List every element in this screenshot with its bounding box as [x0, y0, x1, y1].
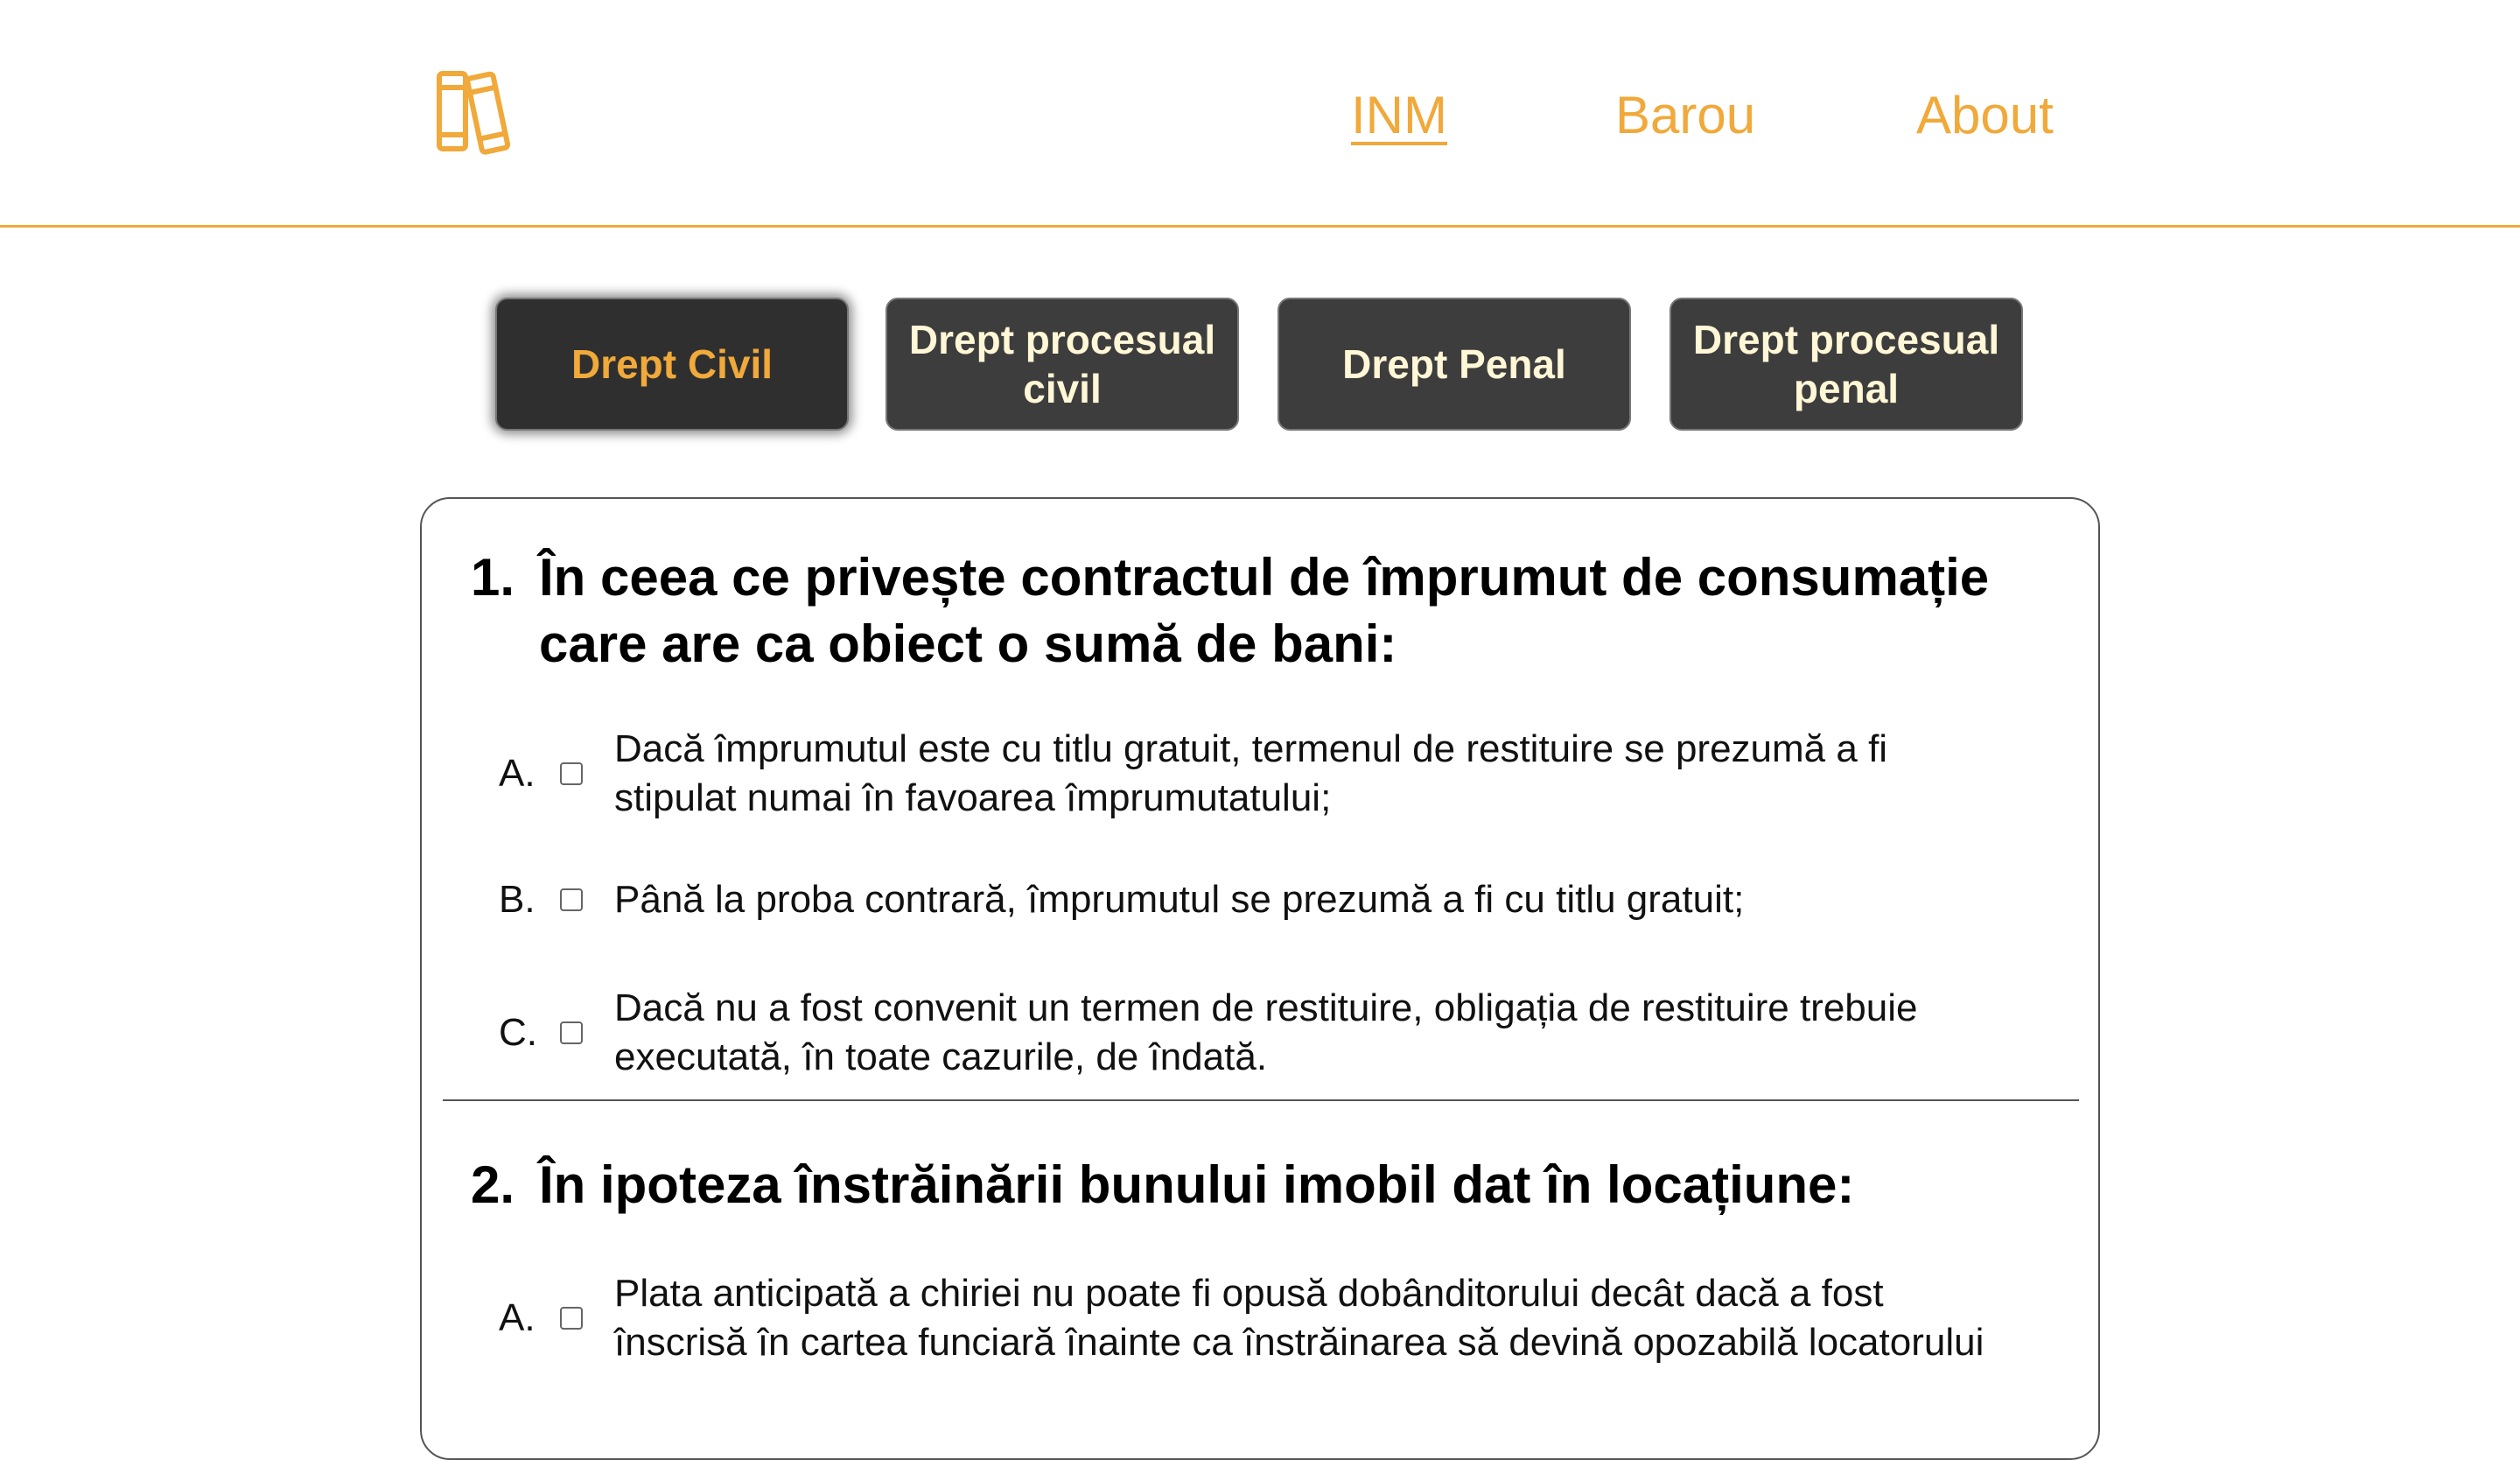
question-divider: [443, 1099, 2079, 1101]
nav-link-inm[interactable]: INM: [1351, 84, 1447, 147]
option-text: Dacă nu a fost convenit un termen de res…: [614, 986, 1918, 1078]
books-icon[interactable]: [434, 68, 522, 156]
option-checkbox[interactable]: [560, 1307, 583, 1330]
question-text: În ceea ce privește contractul de împrum…: [539, 548, 1990, 673]
option-letter: C.: [499, 1011, 537, 1054]
answer-option[interactable]: A. Plata anticipată a chiriei nu poate f…: [499, 1269, 2039, 1367]
option-text: Dacă împrumutul este cu titlu gratuit, t…: [614, 727, 1888, 819]
option-letter: A.: [499, 752, 536, 795]
answer-option[interactable]: C. Dacă nu a fost convenit un termen de …: [499, 984, 2039, 1082]
tab-drept-penal[interactable]: Drept Penal: [1278, 298, 1631, 431]
site-header: INM Barou About: [0, 0, 2520, 228]
answer-option[interactable]: A. Dacă împrumutul este cu titlu gratuit…: [499, 725, 2039, 823]
option-text: Plata anticipată a chiriei nu poate fi o…: [614, 1272, 1984, 1364]
option-letter: B.: [499, 878, 536, 921]
questions-card: 1. În ceea ce privește contractul de împ…: [420, 497, 2100, 1460]
tab-drept-procesual-penal[interactable]: Drept procesual penal: [1670, 298, 2023, 431]
question-title: 1. În ceea ce privește contractul de împ…: [471, 544, 2044, 677]
option-text: Până la proba contrară, împrumutul se pr…: [614, 878, 1745, 921]
question-number: 2.: [471, 1155, 515, 1214]
option-checkbox[interactable]: [560, 762, 583, 785]
option-letter: A.: [499, 1296, 536, 1339]
tab-drept-civil[interactable]: Drept Civil: [495, 298, 849, 431]
option-checkbox[interactable]: [560, 888, 583, 911]
nav-link-barou[interactable]: Barou: [1615, 84, 1755, 147]
question-title: 2. În ipoteza înstrăinării bunului imobi…: [471, 1152, 2044, 1218]
nav-link-about[interactable]: About: [1916, 84, 2054, 147]
question-number: 1.: [471, 548, 515, 607]
question-text: În ipoteza înstrăinării bunului imobil d…: [539, 1155, 1855, 1214]
answer-option[interactable]: B. Până la proba contrară, împrumutul se…: [499, 875, 2039, 924]
option-checkbox[interactable]: [560, 1021, 583, 1044]
tab-drept-procesual-civil[interactable]: Drept procesual civil: [886, 298, 1239, 431]
